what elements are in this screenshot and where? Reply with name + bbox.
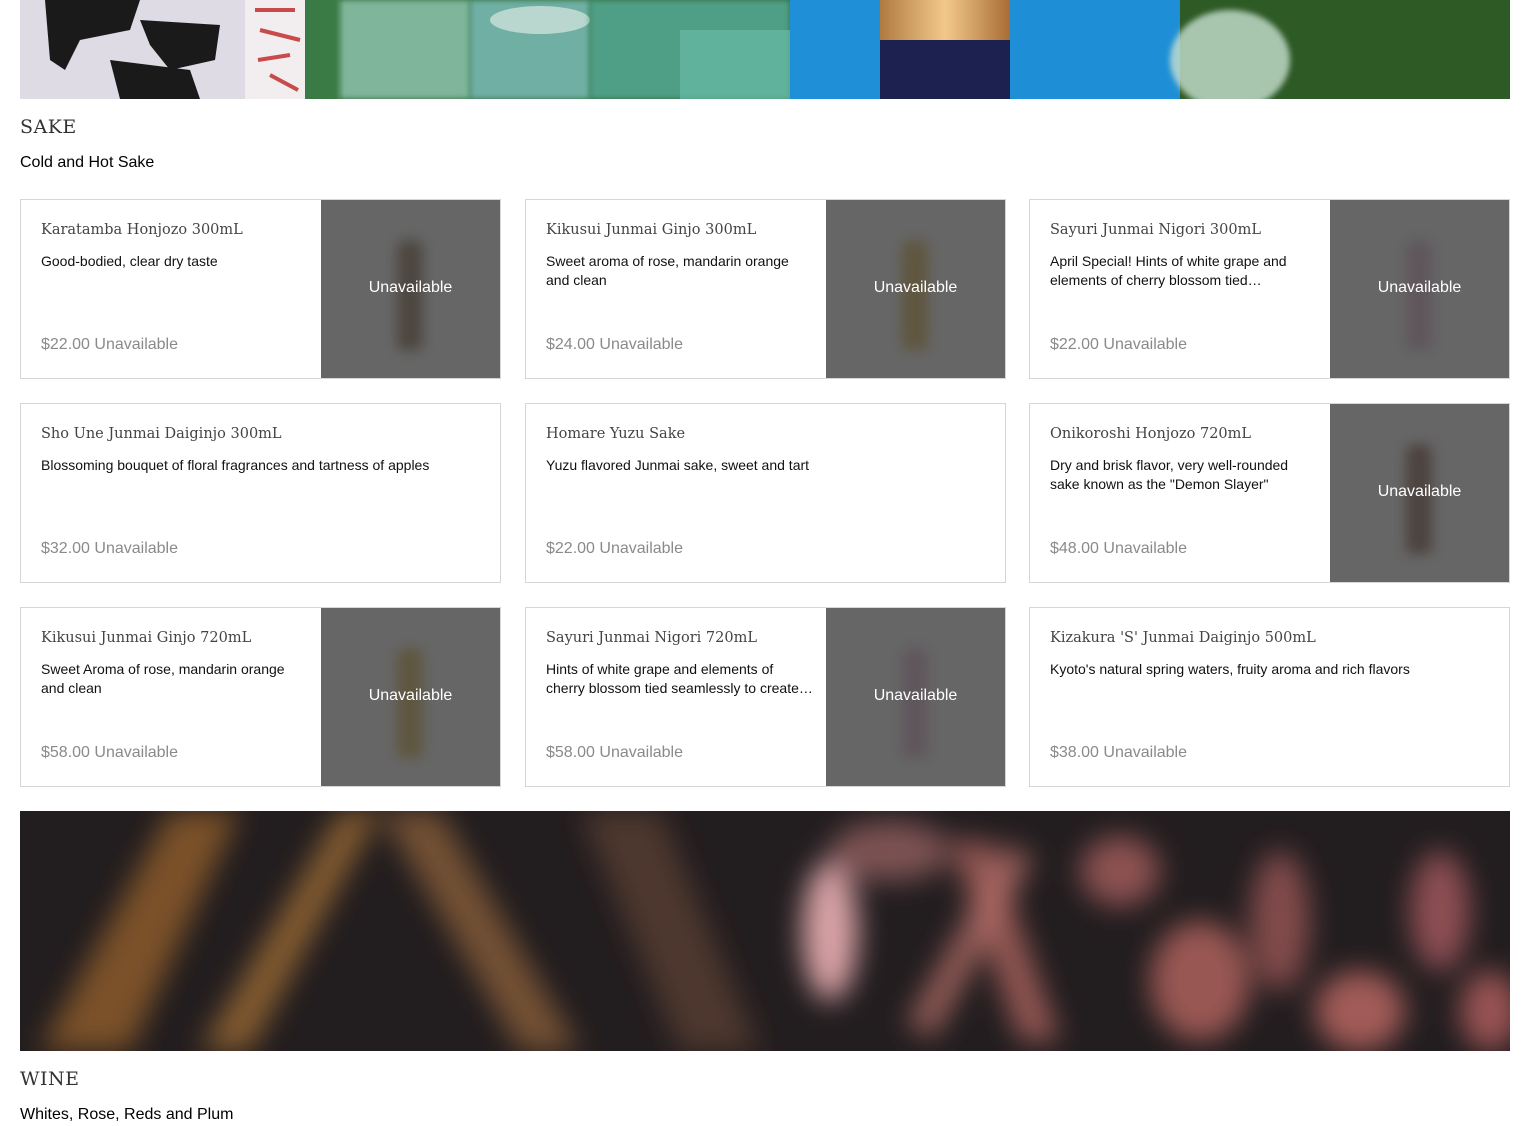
item-price: $32.00 Unavailable: [41, 540, 178, 557]
menu-item-card[interactable]: Kizakura 'S' Junmai Daiginjo 500mL Kyoto…: [1029, 607, 1510, 787]
item-description: Dry and brisk flavor, very well-rounded …: [1050, 457, 1289, 492]
menu-item-card[interactable]: Kikusui Junmai Ginjo 300mL Sweet aroma o…: [525, 199, 1006, 379]
item-image: Unavailable: [1330, 404, 1509, 582]
section-subtitle-sake: Cold and Hot Sake: [20, 154, 155, 171]
unavailable-overlay: Unavailable: [368, 279, 453, 296]
item-description: April Special! Hints of white grape and …: [1050, 253, 1287, 288]
item-description: Sweet Aroma of rose, mandarin orange and…: [41, 661, 285, 696]
menu-item-card[interactable]: Karatamba Honjozo 300mL Good-bodied, cle…: [20, 199, 501, 379]
item-image: Unavailable: [321, 200, 500, 378]
sake-banner-image: [20, 0, 1510, 99]
item-price: $22.00 Unavailable: [41, 336, 178, 353]
unavailable-overlay: Unavailable: [1377, 483, 1462, 500]
unavailable-overlay: Unavailable: [873, 687, 958, 704]
item-name: Onikoroshi Honjozo 720mL: [1050, 426, 1252, 442]
item-price: $22.00 Unavailable: [1050, 336, 1187, 353]
item-description: Blossoming bouquet of floral fragrances …: [41, 457, 430, 473]
wine-banner-image: [20, 811, 1510, 1051]
item-image: Unavailable: [321, 608, 500, 786]
item-price: $24.00 Unavailable: [546, 336, 683, 353]
unavailable-overlay: Unavailable: [873, 279, 958, 296]
item-name: Kizakura 'S' Junmai Daiginjo 500mL: [1050, 630, 1316, 646]
menu-item-card[interactable]: Sayuri Junmai Nigori 300mL April Special…: [1029, 199, 1510, 379]
item-price: $38.00 Unavailable: [1050, 744, 1187, 761]
section-title-sake: SAKE: [20, 116, 77, 138]
item-price: $58.00 Unavailable: [546, 744, 683, 761]
item-price: $58.00 Unavailable: [41, 744, 178, 761]
item-name: Sayuri Junmai Nigori 720mL: [546, 630, 757, 646]
unavailable-overlay: Unavailable: [1377, 279, 1462, 296]
item-image: Unavailable: [1330, 200, 1509, 378]
item-name: Kikusui Junmai Ginjo 720mL: [41, 630, 252, 646]
section-subtitle-wine: Whites, Rose, Reds and Plum: [20, 1106, 234, 1123]
item-description: Kyoto's natural spring waters, fruity ar…: [1050, 661, 1410, 677]
item-name: Sho Une Junmai Daiginjo 300mL: [41, 426, 282, 442]
menu-item-card[interactable]: Onikoroshi Honjozo 720mL Dry and brisk f…: [1029, 403, 1510, 583]
item-image: Unavailable: [826, 608, 1005, 786]
item-name: Karatamba Honjozo 300mL: [41, 222, 243, 238]
section-title-wine: WINE: [20, 1068, 80, 1090]
item-name: Kikusui Junmai Ginjo 300mL: [546, 222, 757, 238]
item-description: Yuzu flavored Junmai sake, sweet and tar…: [546, 457, 810, 473]
item-name: Sayuri Junmai Nigori 300mL: [1050, 222, 1261, 238]
menu-item-card[interactable]: Kikusui Junmai Ginjo 720mL Sweet Aroma o…: [20, 607, 501, 787]
item-price: $22.00 Unavailable: [546, 540, 683, 557]
menu-item-card[interactable]: Sayuri Junmai Nigori 720mL Hints of whit…: [525, 607, 1006, 787]
item-price: $48.00 Unavailable: [1050, 540, 1187, 557]
item-description: Hints of white grape and elements of che…: [546, 661, 811, 696]
item-description: Sweet aroma of rose, mandarin orange and…: [546, 253, 789, 288]
menu-item-card[interactable]: Sho Une Junmai Daiginjo 300mL Blossoming…: [20, 403, 501, 583]
item-description: Good-bodied, clear dry taste: [41, 253, 218, 269]
menu-item-card[interactable]: Homare Yuzu Sake Yuzu flavored Junmai sa…: [525, 403, 1006, 583]
item-image: Unavailable: [826, 200, 1005, 378]
unavailable-overlay: Unavailable: [368, 687, 453, 704]
item-name: Homare Yuzu Sake: [546, 426, 686, 442]
